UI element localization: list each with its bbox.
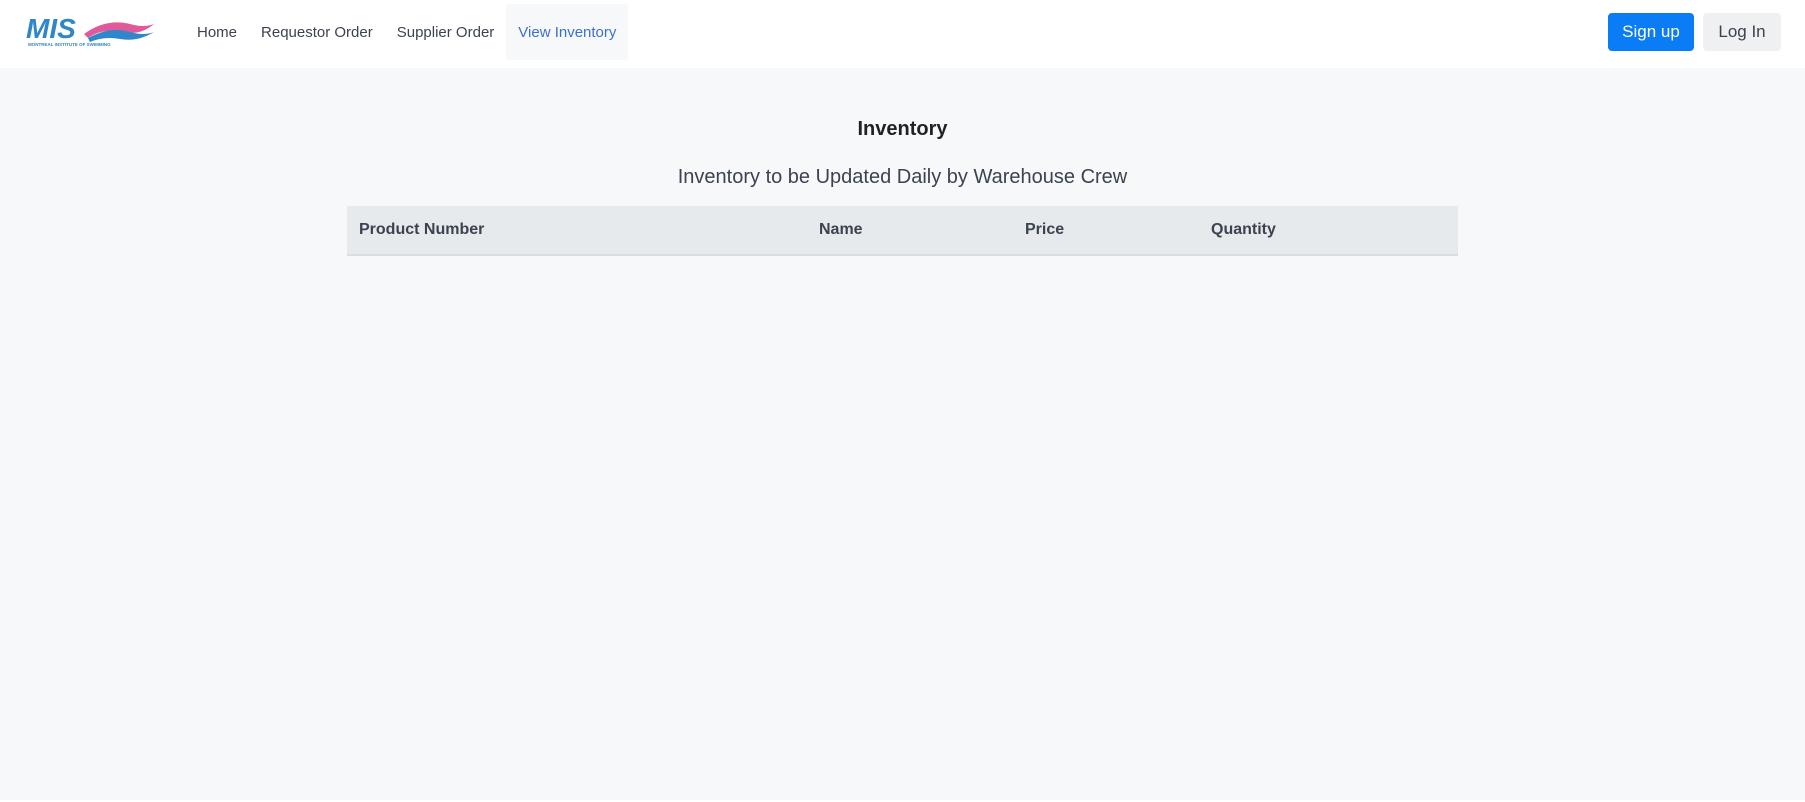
column-header-quantity: Quantity xyxy=(1211,221,1276,238)
nav-home[interactable]: Home xyxy=(185,4,249,60)
login-button[interactable]: Log In xyxy=(1703,13,1781,51)
page-subtitle: Inventory to be Updated Daily by Warehou… xyxy=(677,166,1128,188)
column-header-product-number: Product Number xyxy=(359,221,485,238)
nav-view-inventory[interactable]: View Inventory xyxy=(506,4,629,60)
nav-supplier-order[interactable]: Supplier Order xyxy=(385,4,507,60)
page-title: Inventory xyxy=(857,118,948,140)
table-header-row: Product Number Name Price Quantity xyxy=(347,206,1458,255)
mis-logo[interactable]: MIS MONTREAL INSTITUTE OF SWIMMING xyxy=(26,13,156,48)
svg-text:MIS: MIS xyxy=(26,14,76,44)
svg-text:MONTREAL INSTITUTE OF SWIMMING: MONTREAL INSTITUTE OF SWIMMING xyxy=(28,42,111,47)
nav-requestor-order[interactable]: Requestor Order xyxy=(249,4,385,60)
column-header-price: Price xyxy=(1025,221,1065,238)
top-navbar: MIS MONTREAL INSTITUTE OF SWIMMING Home … xyxy=(0,0,1805,68)
column-header-name: Name xyxy=(819,221,863,238)
main-nav: Home Requestor Order Supplier Order View… xyxy=(185,4,629,60)
signup-button[interactable]: Sign up xyxy=(1608,13,1694,51)
inventory-table: Product Number Name Price Quantity xyxy=(347,206,1458,256)
